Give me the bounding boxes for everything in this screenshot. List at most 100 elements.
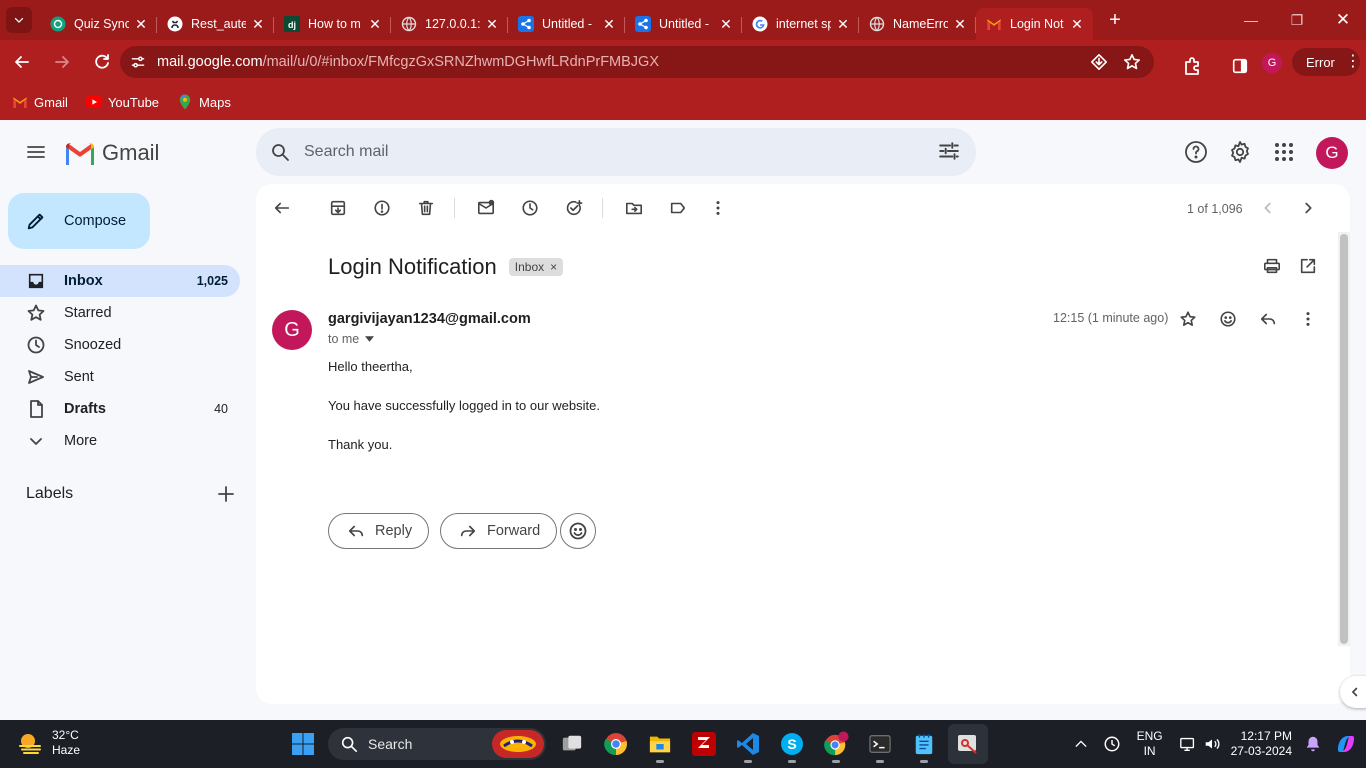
- vscode-icon[interactable]: [728, 724, 768, 764]
- show-hidden-icons-chevron[interactable]: [1074, 739, 1087, 749]
- close-tab-icon[interactable]: ✕: [601, 16, 617, 33]
- minimize-button[interactable]: —: [1228, 0, 1274, 40]
- filezilla-icon[interactable]: [684, 724, 724, 764]
- close-window-button[interactable]: ✕: [1320, 0, 1366, 40]
- file-explorer-icon[interactable]: [640, 724, 680, 764]
- language-indicator[interactable]: ENG IN: [1137, 729, 1163, 759]
- tab-search-button[interactable]: [6, 7, 32, 33]
- reply-icon[interactable]: [1248, 299, 1288, 339]
- gmail-logo[interactable]: Gmail: [64, 140, 159, 166]
- more-options-icon[interactable]: [698, 188, 738, 228]
- skype-icon[interactable]: S: [772, 724, 812, 764]
- forward-button[interactable]: Forward: [440, 513, 558, 549]
- bookmark-gmail[interactable]: Gmail: [12, 94, 68, 110]
- browser-tab[interactable]: dj How to m ✕: [274, 8, 391, 40]
- copilot-icon[interactable]: [1334, 732, 1358, 756]
- browser-tab[interactable]: Quiz Sync ✕: [40, 8, 157, 40]
- google-apps-icon[interactable]: [1264, 132, 1304, 172]
- notification-bell-icon[interactable]: [1304, 735, 1322, 753]
- label-tag-icon[interactable]: [658, 188, 698, 228]
- compose-button[interactable]: Compose: [8, 193, 150, 249]
- profile-avatar[interactable]: G: [1262, 53, 1282, 73]
- error-menu-button[interactable]: Error ⋮: [1292, 48, 1361, 76]
- bookmark-youtube[interactable]: YouTube: [85, 94, 159, 110]
- report-spam-icon[interactable]: [362, 188, 402, 228]
- browser-tab[interactable]: NameErro ✕: [859, 8, 976, 40]
- add-to-tasks-icon[interactable]: [554, 188, 594, 228]
- browser-tab[interactable]: Rest_aute ✕: [157, 8, 274, 40]
- account-avatar[interactable]: G: [1316, 137, 1348, 169]
- archive-icon[interactable]: [318, 188, 358, 228]
- nav-item-inbox[interactable]: Inbox 1,025: [0, 265, 240, 297]
- open-new-window-icon[interactable]: [1288, 246, 1328, 286]
- browser-tab[interactable]: 127.0.0.1: ✕: [391, 8, 508, 40]
- reply-button[interactable]: Reply: [328, 513, 430, 549]
- reload-button[interactable]: [84, 44, 120, 80]
- chrome-profile-icon[interactable]: [816, 724, 856, 764]
- show-side-panel-button[interactable]: [1340, 676, 1366, 708]
- nav-item-sent[interactable]: Sent: [0, 361, 240, 393]
- close-tab-icon[interactable]: ✕: [484, 16, 500, 33]
- volume-icon[interactable]: [1203, 735, 1221, 753]
- windows-start-icon[interactable]: [283, 724, 323, 764]
- sender-avatar[interactable]: G: [272, 310, 312, 350]
- remove-label-icon[interactable]: ×: [550, 260, 557, 274]
- move-to-folder-icon[interactable]: [614, 188, 654, 228]
- nav-item-more[interactable]: More: [0, 425, 240, 457]
- address-bar[interactable]: mail.google.com/mail/u/0/#inbox/FMfcgzGx…: [120, 46, 1154, 78]
- site-info-icon[interactable]: [122, 54, 154, 70]
- mark-unread-icon[interactable]: [466, 188, 506, 228]
- bookmark-maps[interactable]: Maps: [177, 94, 231, 110]
- recipient-details[interactable]: to me: [328, 332, 375, 346]
- add-label-icon[interactable]: [216, 484, 236, 504]
- chrome-icon[interactable]: [596, 724, 636, 764]
- bookmark-star-icon[interactable]: [1123, 53, 1141, 71]
- star-icon[interactable]: [1168, 299, 1208, 339]
- taskbar-clock[interactable]: 12:17 PM 27-03-2024: [1231, 729, 1292, 759]
- delete-trash-icon[interactable]: [406, 188, 446, 228]
- extensions-icon[interactable]: [1174, 48, 1210, 84]
- close-tab-icon[interactable]: ✕: [952, 16, 968, 33]
- taskbar-search[interactable]: Search: [328, 728, 546, 760]
- browser-tab[interactable]: Untitled - ✕: [625, 8, 742, 40]
- scrollbar-thumb[interactable]: [1340, 234, 1348, 644]
- close-tab-icon[interactable]: ✕: [250, 16, 266, 33]
- snipping-tool-icon[interactable]: [948, 724, 988, 764]
- close-tab-icon[interactable]: ✕: [133, 16, 149, 33]
- weather-widget[interactable]: 32°C Haze: [16, 728, 80, 758]
- browser-tab[interactable]: internet sp ✕: [742, 8, 859, 40]
- add-reaction-icon[interactable]: [1208, 299, 1248, 339]
- nav-item-drafts[interactable]: Drafts 40: [0, 393, 240, 425]
- search-input[interactable]: Search mail: [304, 143, 388, 161]
- close-tab-icon[interactable]: ✕: [835, 16, 851, 33]
- search-options-icon[interactable]: [938, 140, 960, 162]
- sender-address[interactable]: gargivijayan1234@gmail.com: [328, 311, 531, 327]
- network-icon[interactable]: [1179, 735, 1197, 753]
- notepad-icon[interactable]: [904, 724, 944, 764]
- search-icon[interactable]: [256, 142, 304, 162]
- search-bar[interactable]: Search mail: [256, 128, 976, 176]
- close-tab-icon[interactable]: ✕: [1069, 16, 1085, 33]
- print-icon[interactable]: [1252, 246, 1292, 286]
- main-menu-button[interactable]: [16, 132, 56, 172]
- side-panel-icon[interactable]: [1222, 48, 1258, 84]
- snooze-clock-icon[interactable]: [510, 188, 550, 228]
- close-tab-icon[interactable]: ✕: [718, 16, 734, 33]
- browser-tab[interactable]: Untitled - ✕: [508, 8, 625, 40]
- nav-item-starred[interactable]: Starred: [0, 297, 240, 329]
- message-more-icon[interactable]: [1288, 299, 1328, 339]
- back-to-inbox-icon[interactable]: [262, 188, 302, 228]
- browser-tab[interactable]: Login Not ✕: [976, 8, 1093, 40]
- newer-chevron-left-icon[interactable]: [1248, 188, 1288, 228]
- help-icon[interactable]: [1176, 132, 1216, 172]
- emoji-reaction-button[interactable]: [560, 513, 596, 549]
- maximize-button[interactable]: ❐: [1274, 0, 1320, 40]
- close-tab-icon[interactable]: ✕: [367, 16, 383, 33]
- task-view-icon[interactable]: [552, 724, 592, 764]
- new-tab-button[interactable]: +: [1101, 6, 1129, 34]
- back-button[interactable]: [4, 44, 40, 80]
- terminal-icon[interactable]: [860, 724, 900, 764]
- nav-item-snoozed[interactable]: Snoozed: [0, 329, 240, 361]
- forward-button[interactable]: [44, 44, 80, 80]
- install-app-icon[interactable]: [1090, 53, 1108, 71]
